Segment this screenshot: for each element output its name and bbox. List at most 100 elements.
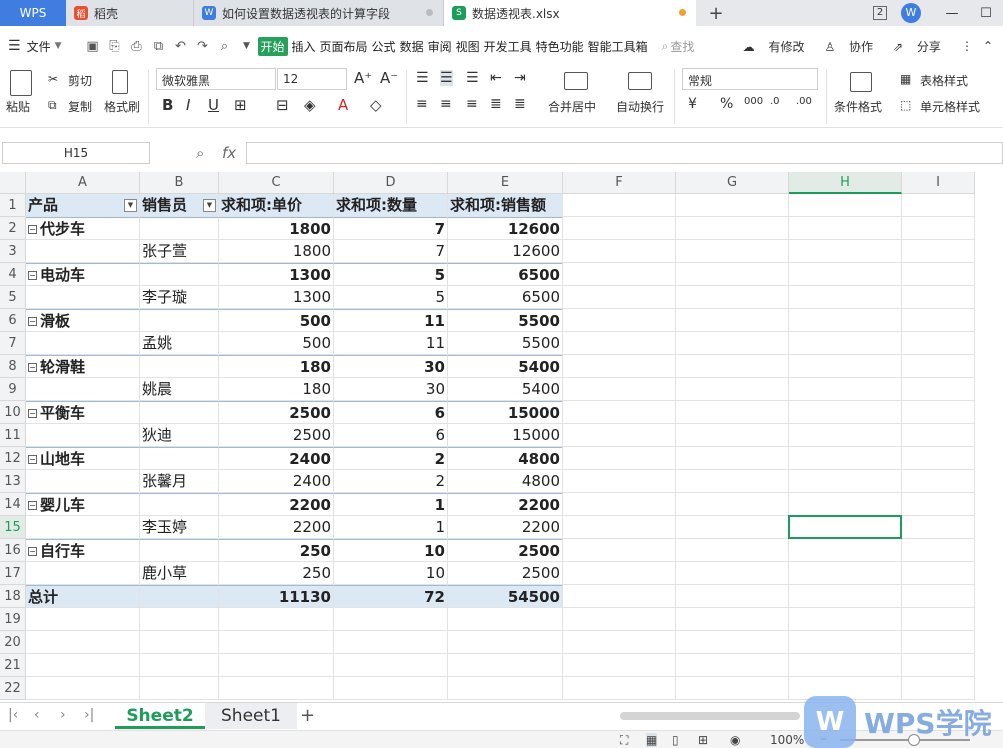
underline-icon[interactable]: U — [208, 96, 219, 114]
menu-smart-toolbox[interactable]: 智能工具箱 — [588, 38, 648, 55]
pivot-seller-cell[interactable]: 姚晨 — [140, 378, 219, 401]
cell[interactable] — [26, 286, 140, 309]
pivot-product-cell[interactable]: − 轮滑鞋 — [26, 355, 140, 378]
pivot-qty-cell[interactable]: 6 — [334, 424, 448, 447]
pivot-seller-cell[interactable]: 张馨月 — [140, 470, 219, 493]
row-header-10[interactable]: 10 — [0, 401, 26, 424]
cell[interactable] — [676, 378, 789, 401]
table-style-icon[interactable]: ▦ — [900, 72, 911, 86]
horizontal-scrollbar[interactable] — [620, 712, 800, 720]
paste-icon[interactable] — [10, 70, 32, 96]
collapse-ribbon-icon[interactable]: ⌃ — [983, 39, 993, 53]
zoom-formula-icon[interactable]: ⌕ — [196, 144, 204, 162]
cell[interactable] — [902, 470, 975, 493]
bold-icon[interactable]: B — [162, 96, 173, 114]
cell[interactable] — [789, 493, 902, 516]
tab-spreadsheet[interactable]: S 数据透视表.xlsx — [444, 0, 696, 26]
percent-icon[interactable]: % — [720, 96, 733, 112]
increase-decimal-icon[interactable]: .0 — [770, 96, 780, 107]
cell[interactable] — [334, 608, 448, 631]
row-header-18[interactable]: 18 — [0, 585, 26, 608]
export-pdf-icon[interactable]: ⎘ — [104, 39, 126, 54]
pivot-qty-cell[interactable]: 11 — [334, 309, 448, 332]
menu-data[interactable]: 数据 — [400, 38, 424, 55]
cell[interactable] — [902, 217, 975, 240]
pivot-seller-cell[interactable]: 鹿小草 — [140, 562, 219, 585]
cell[interactable] — [676, 493, 789, 516]
pivot-sales-cell[interactable]: 6500 — [448, 286, 563, 309]
cell[interactable] — [789, 355, 902, 378]
menu-home[interactable]: 开始 — [257, 36, 288, 56]
undo-icon[interactable]: ↶ — [170, 39, 192, 54]
cell[interactable] — [902, 240, 975, 263]
cell[interactable] — [563, 654, 676, 677]
last-sheet-icon[interactable]: ›| — [84, 707, 94, 723]
decrease-decimal-icon[interactable]: .00 — [796, 96, 812, 107]
justify-icon[interactable]: ≣ — [490, 96, 502, 112]
decrease-font-icon[interactable]: A⁻ — [380, 69, 398, 87]
distribute-icon[interactable]: ≣ — [514, 96, 526, 112]
row-header-8[interactable]: 8 — [0, 355, 26, 378]
row-header-1[interactable]: 1 — [0, 194, 26, 217]
select-all-corner[interactable] — [0, 172, 26, 194]
menu-page-layout[interactable]: 页面布局 — [320, 38, 368, 55]
pivot-qty-cell[interactable]: 30 — [334, 355, 448, 378]
cell[interactable] — [902, 286, 975, 309]
format-painter-button[interactable]: 格式刷 — [104, 98, 140, 115]
increase-font-icon[interactable]: A⁺ — [354, 69, 372, 87]
pivot-price-cell[interactable]: 2200 — [219, 493, 334, 516]
pivot-qty-cell[interactable]: 10 — [334, 539, 448, 562]
column-header-i[interactable]: I — [902, 172, 975, 194]
cell[interactable] — [563, 309, 676, 332]
cell[interactable] — [26, 654, 140, 677]
cell[interactable] — [789, 378, 902, 401]
pivot-product-cell[interactable]: − 滑板 — [26, 309, 140, 332]
cell[interactable] — [676, 608, 789, 631]
column-header-g[interactable]: G — [676, 172, 789, 194]
cell[interactable] — [902, 263, 975, 286]
align-middle-icon[interactable]: ☰ — [440, 70, 453, 86]
menu-special[interactable]: 特色功能 — [536, 38, 584, 55]
share-button[interactable]: ⇗ 分享 — [893, 38, 951, 55]
align-right-icon[interactable]: ≡ — [466, 96, 478, 112]
menu-formulas[interactable]: 公式 — [372, 38, 396, 55]
conditional-format-icon[interactable] — [850, 72, 872, 92]
cell[interactable] — [26, 608, 140, 631]
pivot-seller-cell[interactable]: 李子璇 — [140, 286, 219, 309]
pivot-sales-cell[interactable]: 2500 — [448, 562, 563, 585]
cell[interactable] — [676, 562, 789, 585]
cell[interactable] — [676, 240, 789, 263]
row-header-21[interactable]: 21 — [0, 654, 26, 677]
cell[interactable] — [563, 355, 676, 378]
pivot-sales-cell[interactable]: 5400 — [448, 378, 563, 401]
cell[interactable] — [789, 608, 902, 631]
row-header-12[interactable]: 12 — [0, 447, 26, 470]
cell[interactable] — [448, 608, 563, 631]
cell-type-icon[interactable]: ⊟ — [276, 96, 289, 114]
cell[interactable] — [789, 309, 902, 332]
pivot-qty-cell[interactable]: 30 — [334, 378, 448, 401]
paste-button[interactable]: 粘贴 — [6, 98, 30, 115]
cell[interactable] — [789, 263, 902, 286]
cell[interactable] — [563, 447, 676, 470]
pivot-total-sales[interactable]: 54500 — [448, 585, 563, 608]
thousands-icon[interactable]: 000 — [744, 96, 763, 107]
border-icon[interactable]: ⊞ — [234, 96, 247, 114]
cell[interactable] — [902, 378, 975, 401]
cell[interactable] — [563, 286, 676, 309]
cell[interactable] — [789, 217, 902, 240]
cut-icon[interactable]: ✂ — [48, 72, 58, 86]
cell[interactable] — [219, 608, 334, 631]
format-painter-icon[interactable] — [112, 70, 128, 94]
cell[interactable] — [563, 378, 676, 401]
add-sheet-icon[interactable]: + — [300, 705, 315, 726]
pivot-sales-cell[interactable]: 5500 — [448, 309, 563, 332]
cell[interactable] — [902, 424, 975, 447]
cell[interactable] — [140, 608, 219, 631]
cell[interactable] — [563, 217, 676, 240]
zoom-level[interactable]: 100% — [770, 733, 804, 747]
save-icon[interactable]: ▣ — [82, 39, 104, 54]
pivot-qty-cell[interactable]: 5 — [334, 263, 448, 286]
cell[interactable] — [219, 654, 334, 677]
row-header-11[interactable]: 11 — [0, 424, 26, 447]
